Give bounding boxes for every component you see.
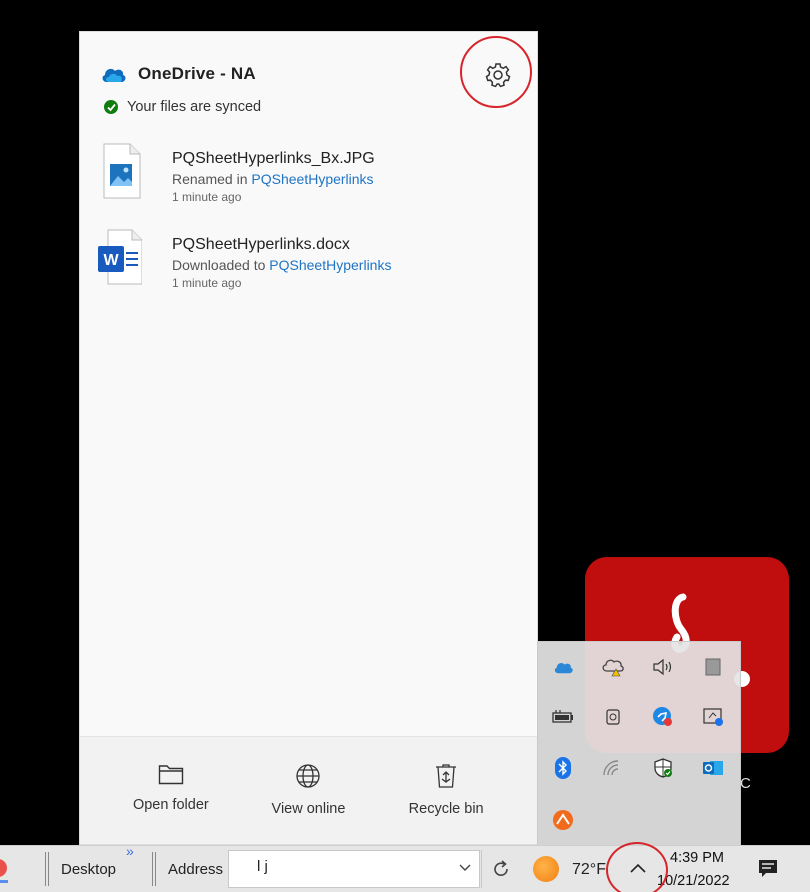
volume-icon[interactable] [645, 649, 681, 685]
svg-text:W: W [103, 252, 119, 269]
gear-icon [485, 63, 511, 88]
temperature-text[interactable]: 72°F [572, 861, 606, 879]
security-icon[interactable] [645, 750, 681, 786]
settings-button[interactable] [480, 60, 516, 90]
app-orange-icon[interactable] [545, 802, 581, 838]
outlook-icon[interactable] [695, 750, 731, 786]
recycle-bin-label: Recycle bin [408, 801, 484, 817]
chevron-right-icon[interactable]: » [126, 843, 134, 859]
recycle-bin-button[interactable]: Recycle bin [381, 737, 511, 844]
sync-status: Your files are synced [104, 99, 261, 115]
desktop-toolbar-label[interactable]: Desktop [61, 861, 116, 878]
open-folder-button[interactable]: Open folder [106, 737, 236, 844]
recent-file-item[interactable]: PQSheetHyperlinks_Bx.JPG Renamed in PQSh… [98, 142, 375, 204]
toolbar-separator[interactable] [45, 852, 49, 886]
storage-icon[interactable] [695, 649, 731, 685]
word-file-icon: W [98, 228, 143, 288]
weather-sun-icon[interactable] [533, 856, 559, 882]
toolbar-separator[interactable] [152, 852, 156, 886]
battery-icon[interactable] [545, 699, 581, 735]
partial-app-icon[interactable] [0, 856, 8, 884]
globe-icon [296, 764, 321, 788]
file-action: Downloaded to PQSheetHyperlinks [172, 257, 391, 273]
onedrive-title: OneDrive - NA [138, 64, 256, 83]
chevron-down-icon[interactable] [459, 864, 471, 872]
flyout-footer: Open folder View online Recycle bin [80, 736, 537, 844]
recycle-bin-icon [436, 764, 457, 788]
file-action: Renamed in PQSheetHyperlinks [172, 171, 375, 187]
file-name: PQSheetHyperlinks_Bx.JPG [172, 150, 375, 167]
file-action-text: Renamed in [172, 171, 248, 187]
taskbar: Desktop » Address l j 72°F 4:39 PM 10/21… [0, 843, 810, 892]
folder-icon [158, 765, 184, 785]
view-online-button[interactable]: View online [243, 737, 373, 844]
onedrive-header: OneDrive - NA [100, 64, 256, 84]
recent-file-item[interactable]: W PQSheetHyperlinks.docx Downloaded to P… [98, 228, 391, 290]
address-toolbar-label: Address [168, 861, 224, 878]
notification-icon[interactable] [757, 858, 779, 880]
chevron-up-icon[interactable] [630, 863, 646, 873]
onedrive-cloud-icon [102, 68, 126, 82]
file-time: 1 minute ago [172, 276, 242, 290]
folder-link[interactable]: PQSheetHyperlinks [251, 171, 373, 187]
folder-link[interactable]: PQSheetHyperlinks [269, 257, 391, 273]
file-name: PQSheetHyperlinks.docx [172, 236, 350, 253]
clock-date[interactable]: 10/21/2022 [657, 873, 730, 889]
file-action-text: Downloaded to [172, 257, 266, 273]
onedrive-icon[interactable] [545, 649, 581, 685]
address-input-value: l j [257, 858, 268, 875]
address-input[interactable]: l j [228, 850, 482, 888]
tray-overflow-panel [537, 641, 741, 847]
view-online-label: View online [271, 801, 346, 817]
bluetooth-icon[interactable] [545, 750, 581, 786]
check-icon [104, 100, 118, 114]
refresh-icon[interactable] [492, 860, 510, 878]
sync-status-text: Your files are synced [127, 99, 262, 115]
file-time: 1 minute ago [172, 190, 242, 204]
onedrive-flyout: OneDrive - NA Your files are synced PQSh… [79, 31, 538, 845]
network-icon[interactable] [595, 750, 631, 786]
camera-icon[interactable] [595, 699, 631, 735]
display-icon[interactable] [695, 699, 731, 735]
app-badge-icon[interactable] [645, 699, 681, 735]
image-file-icon [98, 142, 142, 202]
clock-time[interactable]: 4:39 PM [670, 850, 724, 866]
app-icon-label: C [740, 775, 751, 792]
open-folder-label: Open folder [132, 797, 209, 813]
cloud-warning-icon[interactable] [595, 649, 631, 685]
